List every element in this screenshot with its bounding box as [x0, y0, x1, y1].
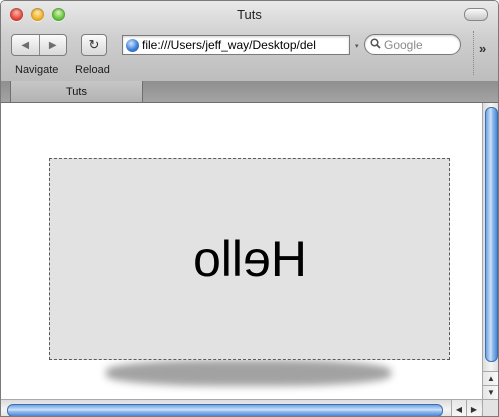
- scroll-up-arrow-icon[interactable]: ▲: [483, 371, 498, 385]
- navigate-control: ◀ ▶: [11, 34, 67, 56]
- hello-text: Hello: [192, 231, 307, 287]
- box-shadow: [106, 360, 391, 386]
- hello-box: Hello: [49, 158, 450, 360]
- vertical-scrollbar[interactable]: ▲ ▼: [482, 103, 498, 399]
- search-icon: [370, 37, 381, 52]
- horizontal-scroll-thumb[interactable]: [7, 404, 443, 416]
- toolbar-toggle-button[interactable]: [464, 8, 488, 21]
- reload-label: Reload: [75, 64, 110, 76]
- back-arrow-icon: ◀: [21, 39, 30, 51]
- reload-icon: ↻: [88, 37, 100, 52]
- forward-button[interactable]: ▶: [38, 35, 67, 55]
- back-button[interactable]: ◀: [12, 35, 39, 55]
- navigate-label: Navigate: [15, 64, 59, 76]
- search-input[interactable]: [381, 37, 454, 52]
- tab-label: Tuts: [66, 85, 87, 98]
- forward-arrow-icon: ▶: [48, 39, 57, 51]
- tab-bar: Tuts: [1, 81, 498, 103]
- toolbar-divider: [473, 31, 474, 75]
- url-input[interactable]: [142, 38, 344, 52]
- scroll-right-arrow-icon[interactable]: ▶: [466, 400, 481, 416]
- title-bar: Tuts ◀ ▶ ↻ Navigate Reload ▾ »: [1, 1, 498, 82]
- vertical-scroll-thumb[interactable]: [485, 107, 498, 362]
- globe-icon: [126, 38, 139, 52]
- page-content: Hello: [1, 103, 482, 399]
- browser-window: Tuts ◀ ▶ ↻ Navigate Reload ▾ »: [0, 0, 499, 417]
- scroll-down-arrow-icon[interactable]: ▼: [483, 385, 498, 399]
- tab-tuts[interactable]: Tuts: [10, 81, 143, 102]
- horizontal-scrollbar[interactable]: ◀ ▶: [1, 399, 482, 416]
- url-dropdown-icon[interactable]: ▾: [355, 42, 359, 50]
- reload-button[interactable]: ↻: [81, 34, 107, 56]
- window-title: Tuts: [237, 7, 262, 22]
- search-field: [364, 34, 461, 55]
- scroll-left-arrow-icon[interactable]: ◀: [451, 400, 466, 416]
- resize-corner[interactable]: [482, 399, 498, 416]
- address-bar: [122, 35, 350, 55]
- toolbar-overflow-icon[interactable]: »: [479, 41, 486, 56]
